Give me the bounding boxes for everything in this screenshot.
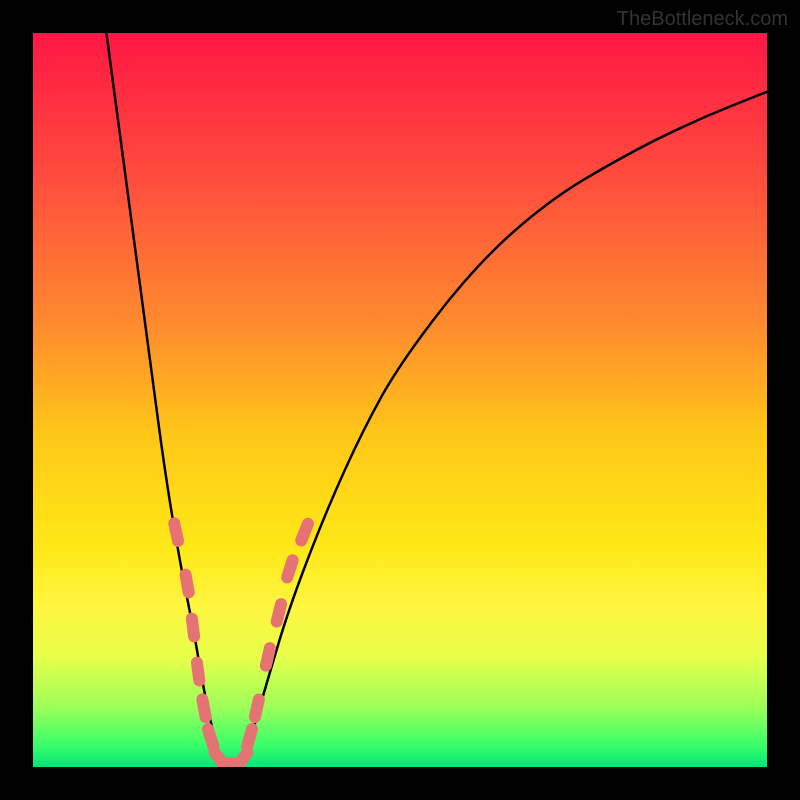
highlight-dot xyxy=(266,648,270,666)
curve-left-curve xyxy=(106,33,223,767)
highlight-dot xyxy=(277,604,281,621)
highlight-dot xyxy=(301,524,308,541)
highlight-dot xyxy=(255,700,259,718)
highlight-dot xyxy=(202,699,205,717)
highlight-dot xyxy=(237,752,247,767)
highlight-dot xyxy=(287,560,292,577)
curve-right-curve xyxy=(239,92,767,767)
highlight-dot xyxy=(174,523,178,541)
highlight-dot xyxy=(186,575,189,593)
highlight-dot xyxy=(197,663,199,681)
plot-area xyxy=(33,33,767,767)
watermark-text: TheBottleneck.com xyxy=(617,8,788,31)
highlight-dot xyxy=(208,729,213,746)
highlight-dot xyxy=(192,619,194,637)
chart-container: TheBottleneck.com xyxy=(0,0,800,800)
chart-curves xyxy=(33,33,767,767)
highlight-dot xyxy=(247,729,252,746)
